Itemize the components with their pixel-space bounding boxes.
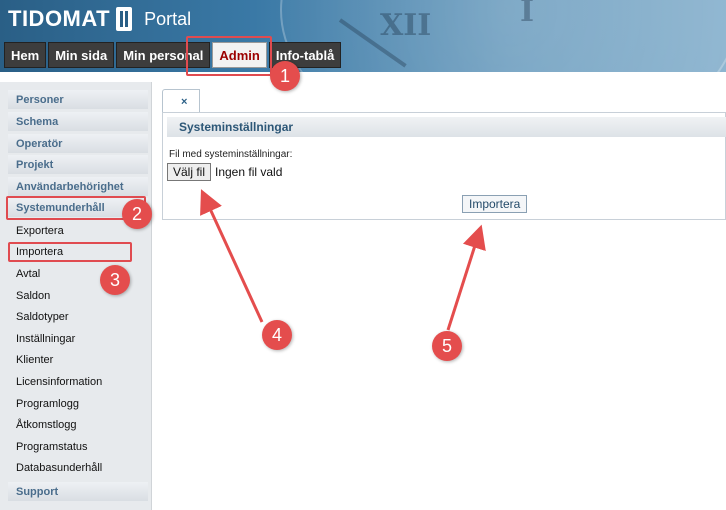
- sidebar-item-klienter[interactable]: Klienter: [16, 354, 53, 366]
- clock-numeral-decoration: I: [520, 0, 535, 29]
- sidebar-section-schema[interactable]: Schema: [8, 112, 148, 131]
- document-tab[interactable]: ×: [162, 89, 200, 113]
- logo: TIDOMAT Portal: [8, 6, 191, 32]
- sidebar-item-databasunderhall[interactable]: Databasunderhåll: [16, 462, 102, 474]
- annotation-badge-5: 5: [432, 331, 462, 361]
- sidebar-item-avtal[interactable]: Avtal: [16, 268, 40, 280]
- sidebar-section-personer[interactable]: Personer: [8, 90, 148, 109]
- annotation-badge-2: 2: [122, 199, 152, 229]
- sidebar-section-projekt[interactable]: Projekt: [8, 155, 148, 174]
- sidebar-item-installningar[interactable]: Inställningar: [16, 333, 75, 345]
- choose-file-button[interactable]: Välj fil: [167, 163, 212, 181]
- portal-title: Portal: [144, 8, 192, 29]
- close-icon[interactable]: ×: [181, 96, 187, 108]
- brand-mark-icon: [116, 7, 133, 31]
- annotation-badge-3: 3: [100, 265, 130, 295]
- annotation-badge-4: 4: [262, 320, 292, 350]
- brand-logo-text: TIDOMAT: [8, 6, 111, 31]
- sidebar-section-anvandarbehorighet[interactable]: Användarbehörighet: [8, 177, 148, 196]
- clock-decoration: [280, 0, 726, 72]
- tab-min-sida[interactable]: Min sida: [48, 42, 115, 68]
- sidebar-section-operator[interactable]: Operatör: [8, 134, 148, 153]
- import-button[interactable]: Importera: [462, 195, 528, 213]
- sidebar-item-saldon[interactable]: Saldon: [16, 290, 50, 302]
- highlight-importera: [8, 242, 132, 262]
- clock-numeral-decoration: XII: [380, 8, 432, 43]
- sidebar-item-saldotyper[interactable]: Saldotyper: [16, 311, 69, 323]
- sidebar-item-programstatus[interactable]: Programstatus: [16, 441, 88, 453]
- tab-hem[interactable]: Hem: [4, 42, 47, 68]
- tidomat-portal-window: I XII TIDOMAT Portal Hem Min sida Min pe…: [0, 0, 726, 510]
- sidebar: Personer Schema Operatör Projekt Använda…: [0, 82, 152, 510]
- sidebar-item-licensinformation[interactable]: Licensinformation: [16, 376, 102, 388]
- file-field-label: Fil med systeminställningar:: [169, 149, 293, 160]
- sidebar-item-programlogg[interactable]: Programlogg: [16, 398, 79, 410]
- sidebar-item-exportera[interactable]: Exportera: [16, 225, 64, 237]
- panel-title: Systeminställningar: [167, 117, 726, 137]
- sidebar-item-atkomstlogg[interactable]: Åtkomstlogg: [16, 419, 77, 431]
- annotation-badge-1: 1: [270, 61, 300, 91]
- file-status-text: Ingen fil vald: [215, 165, 283, 179]
- system-settings-panel: Systeminställningar Fil med systeminstäl…: [162, 112, 726, 220]
- sidebar-section-support[interactable]: Support: [8, 482, 148, 501]
- arrow-to-import-button: [446, 224, 486, 331]
- highlight-admin-tab: [186, 36, 272, 76]
